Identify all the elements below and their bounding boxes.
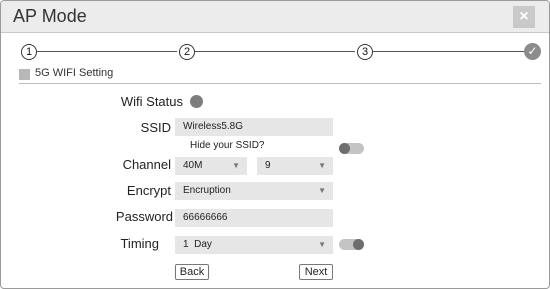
section-title: 5G WIFI Setting (35, 67, 114, 79)
hide-ssid-label: Hide your SSID? (190, 140, 265, 151)
dropdown-arrow-icon: ▼ (318, 186, 326, 195)
close-icon: × (519, 8, 529, 25)
step-1: 1 (21, 44, 37, 60)
dropdown-arrow-icon: ▼ (318, 161, 326, 170)
encrypt-select[interactable]: Encruption ▼ (175, 182, 333, 200)
close-button[interactable]: × (513, 6, 535, 28)
channel-width-value: 40M (183, 160, 203, 171)
dropdown-arrow-icon: ▼ (232, 161, 240, 170)
step-2: 2 (179, 44, 195, 60)
dropdown-arrow-icon: ▼ (318, 240, 326, 249)
step-connector (373, 51, 525, 52)
progress-stepper: 1 2 3 ✓ (1, 41, 549, 63)
ssid-label: SSID (140, 120, 171, 135)
encrypt-label: Encrypt (126, 183, 171, 198)
channel-number-value: 9 (265, 160, 271, 171)
toggle-knob (339, 143, 350, 154)
section-divider (19, 83, 541, 84)
encrypt-value: Encruption (183, 185, 231, 196)
password-label: Password (115, 209, 173, 224)
timing-toggle[interactable] (339, 239, 364, 250)
step-connector (37, 51, 177, 52)
wifi-status-label: Wifi Status (120, 94, 183, 109)
title-bar: AP Mode × (1, 1, 549, 33)
next-button[interactable]: Next (299, 264, 333, 280)
wifi-status-indicator[interactable] (190, 95, 203, 108)
timing-select[interactable]: 1 Day ▼ (175, 236, 333, 254)
hide-ssid-toggle[interactable] (339, 143, 364, 154)
step-connector (195, 51, 355, 52)
step-complete-check-icon: ✓ (524, 43, 541, 60)
timing-label: Timing (120, 236, 159, 251)
back-button[interactable]: Back (175, 264, 209, 280)
section-square-icon (19, 69, 30, 80)
dialog-title: AP Mode (13, 6, 87, 26)
toggle-knob (353, 239, 364, 250)
channel-label: Channel (122, 157, 171, 172)
ssid-input[interactable]: Wireless5.8G (175, 118, 333, 136)
channel-number-select[interactable]: 9 ▼ (257, 157, 333, 175)
timing-value: 1 Day (183, 239, 212, 250)
step-3: 3 (357, 44, 373, 60)
password-input[interactable]: 66666666 (175, 209, 333, 227)
ap-mode-dialog: AP Mode × 1 2 3 ✓ 5G WIFI Setting Wifi S… (0, 0, 550, 289)
channel-width-select[interactable]: 40M ▼ (175, 157, 247, 175)
